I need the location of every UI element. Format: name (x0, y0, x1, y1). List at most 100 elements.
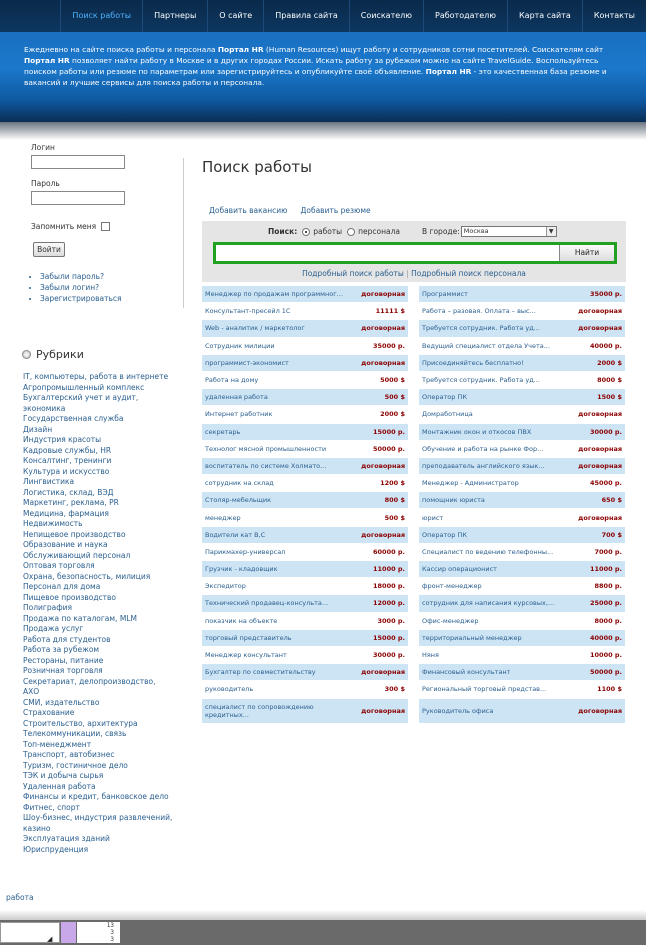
rubric-link[interactable]: Шоу-бизнес, индустрия развлечений, казин… (23, 813, 173, 834)
login-input[interactable] (31, 155, 125, 169)
vacancy-title[interactable]: помощник юриста (422, 496, 485, 504)
vacancy-title[interactable]: руководитель (205, 685, 253, 693)
vacancy-title[interactable]: Технический продавец-консульта... (205, 599, 328, 607)
vacancy-row[interactable]: Руководитель офиса договорная (419, 698, 625, 724)
rubric-link[interactable]: Топ-менеджмент (23, 740, 173, 751)
vacancy-title[interactable]: менеджер (205, 514, 241, 522)
rubric-link[interactable]: Кадровые службы, HR (23, 446, 173, 457)
advanced-personnel-search-link[interactable]: Подробный поиск персонала (411, 269, 526, 278)
vacancy-row[interactable]: Менеджер консультант 30000 р. (202, 646, 408, 665)
vacancy-title[interactable]: Экспедитор (205, 582, 246, 590)
rubric-link[interactable]: Работа за рубежом (23, 645, 173, 656)
vacancy-title[interactable]: воспитатель по системе Холмато... (205, 462, 326, 470)
rubric-link[interactable]: Транспорт, автобизнес (23, 750, 173, 761)
nav-item[interactable]: Партнеры (142, 0, 207, 32)
footer-work-link[interactable]: работа (6, 893, 34, 902)
vacancy-row[interactable]: Оператор ПК 700 $ (419, 526, 625, 544)
vacancy-title[interactable]: Кассир операционист (422, 565, 497, 573)
vacancy-title[interactable]: Офис-менеджер (422, 617, 478, 625)
vacancy-title[interactable]: Бухгалтер по совместительству (205, 668, 316, 676)
rubric-link[interactable]: Медицина, фармация (23, 509, 173, 520)
rubric-link[interactable]: Фитнес, спорт (23, 803, 173, 814)
rubric-link[interactable]: СМИ, издательство (23, 698, 173, 709)
vacancy-title[interactable]: Монтажник окон и откосов ПВХ (422, 428, 531, 436)
vacancy-row[interactable]: территориальный менеджер 40000 р. (419, 629, 625, 647)
rubric-link[interactable]: Продажа по каталогам, MLM (23, 614, 173, 625)
vacancy-row[interactable]: Присоединяйтесь бесплатно! 2000 $ (419, 354, 625, 372)
vacancy-title[interactable]: Парикмахер-универсал (205, 548, 285, 556)
vacancy-row[interactable]: Оператор ПК 1500 $ (419, 389, 625, 407)
vacancy-row[interactable]: юрист договорная (419, 509, 625, 527)
rubric-link[interactable]: Непищевое производство (23, 530, 173, 541)
vacancy-title[interactable]: Специалист по ведению телефонны... (422, 548, 553, 556)
vacancy-row[interactable]: Монтажник окон и откосов ПВХ 30000 р. (419, 423, 625, 441)
advanced-job-search-link[interactable]: Подробный поиск работы (302, 269, 404, 278)
vacancy-row[interactable]: Финансовый консультант 50000 р. (419, 664, 625, 682)
vacancy-row[interactable]: Работа на дому 5000 $ (202, 371, 408, 390)
vacancy-row[interactable]: Обучение и работа на рынке Фор... договор… (419, 440, 625, 458)
rubric-link[interactable]: Секретариат, делопроизводство, АХО (23, 677, 173, 698)
rubric-link[interactable]: Туризм, гостиничное дело (23, 761, 173, 772)
vacancy-title[interactable]: Оператор ПК (422, 393, 467, 401)
vacancy-row[interactable]: торговый представитель 15000 р. (202, 629, 408, 647)
vacancy-row[interactable]: Технический продавец-консульта... 12000 р… (202, 595, 408, 613)
rubric-link[interactable]: Охрана, безопасность, милиция (23, 572, 173, 583)
nav-item[interactable]: Поиск работы (60, 0, 142, 32)
vacancy-title[interactable]: Домработница (422, 410, 473, 418)
vacancy-row[interactable]: Ведущий специалист отдела Учета... 40000 … (419, 337, 625, 355)
rubric-link[interactable]: Розничная торговля (23, 666, 173, 677)
register-link[interactable]: Зарегистрироваться (40, 293, 122, 304)
rubric-link[interactable]: Консалтинг, тренинги (23, 456, 173, 467)
rubric-link[interactable]: Бухгалтерский учет и аудит, экономика (23, 393, 173, 414)
vacancy-row[interactable]: фронт-менеджер 8800 р. (419, 578, 625, 596)
vacancy-row[interactable]: Парикмахер-универсал 60000 р. (202, 543, 408, 561)
nav-item[interactable]: О сайте (207, 0, 263, 32)
vacancy-title[interactable]: сотрудник на склад (205, 479, 274, 487)
vacancy-title[interactable]: Работа – разовая. Оплата – выс... (422, 307, 536, 315)
rubric-link[interactable]: Строительство, архитектура (23, 719, 173, 730)
vacancy-title[interactable]: Сотрудник милиции (205, 342, 275, 350)
vacancy-title[interactable]: Требуется сотрудник. Работа уд... (422, 376, 540, 384)
nav-item[interactable]: Работодателю (423, 0, 507, 32)
rubric-link[interactable]: ТЭК и добыча сырья (23, 771, 173, 782)
search-input[interactable] (216, 245, 560, 261)
vacancy-title[interactable]: удаленная работа (205, 393, 268, 401)
rubric-link[interactable]: IT, компьютеры, работа в интернете (23, 372, 173, 383)
rubric-link[interactable]: Дизайн (23, 425, 173, 436)
nav-item[interactable]: Контакты (581, 0, 646, 32)
vacancy-title[interactable]: Консультант-пресейл 1С (205, 307, 290, 315)
rubric-link[interactable]: Финансы и кредит, банковское дело (23, 792, 173, 803)
rubric-link[interactable]: Логистика, склад, ВЭД (23, 488, 173, 499)
vacancy-title[interactable]: территориальный менеджер (422, 634, 522, 642)
vacancy-title[interactable]: Оператор ПК (422, 531, 467, 539)
vacancy-row[interactable]: воспитатель по системе Холмато... договор… (202, 457, 408, 476)
vacancy-title[interactable]: преподаватель английского язык... (422, 462, 545, 470)
vacancy-title[interactable]: Технолог мясной промышленности (205, 445, 326, 453)
vacancy-title[interactable]: программист-экономист (205, 359, 289, 367)
toolbar-widget-icon[interactable] (61, 922, 76, 943)
rubric-link[interactable]: Индустрия красоты (23, 435, 173, 446)
nav-item[interactable]: Правила сайта (263, 0, 349, 32)
vacancy-title[interactable]: Требуется сотрудник. Работа уд... (422, 324, 540, 332)
vacancy-title[interactable]: показчик на объекте (205, 617, 277, 625)
vacancy-title[interactable]: фронт-менеджер (422, 582, 482, 590)
vacancy-row[interactable]: Сотрудник милиции 35000 р. (202, 337, 408, 355)
radio-jobs[interactable] (302, 227, 311, 236)
vacancy-row[interactable]: Работа – разовая. Оплата – выс... договор… (419, 303, 625, 321)
vacancy-row[interactable]: Консультант-пресейл 1С 11111 $ (202, 303, 408, 321)
vacancy-title[interactable]: Столяр-мебельщик (205, 496, 271, 504)
vacancy-row[interactable]: Менеджер по продажам программного... дого… (202, 286, 408, 304)
vacancy-title[interactable]: Финансовый консультант (422, 668, 510, 676)
vacancy-row[interactable]: Грузчик - кладовщик 11000 р. (202, 561, 408, 579)
rubric-link[interactable]: Маркетинг, реклама, PR (23, 498, 173, 509)
rubric-link[interactable]: Агропромышленный комплекс (23, 383, 173, 394)
rubric-link[interactable]: Юриспруденция (23, 845, 173, 856)
rubric-link[interactable]: Продажа услуг (23, 624, 173, 635)
find-button[interactable]: Найти (560, 245, 614, 261)
vacancy-title[interactable]: Присоединяйтесь бесплатно! (422, 359, 524, 367)
vacancy-title[interactable]: Менеджер по продажам программного... (205, 290, 345, 298)
vacancy-title[interactable]: Водители кат В,С (205, 531, 265, 539)
rubric-link[interactable]: Страхование (23, 708, 173, 719)
rubric-link[interactable]: Культура и искусство (23, 467, 173, 478)
rubric-link[interactable]: Рестораны, питание (23, 656, 173, 667)
